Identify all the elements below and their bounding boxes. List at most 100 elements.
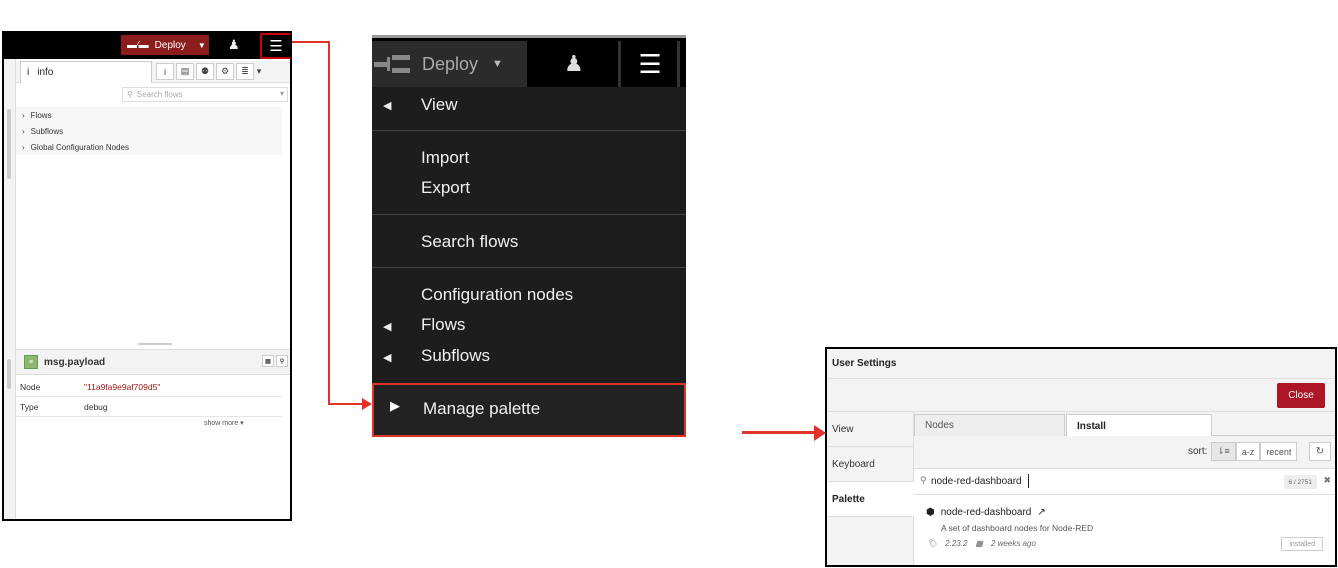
submenu-arrow-icon: ◀: [383, 100, 392, 112]
menu-item-import[interactable]: Import: [421, 148, 469, 168]
tab-install[interactable]: Install: [1066, 414, 1212, 437]
property-value: debug: [84, 401, 108, 412]
debug-node-icon: ≡: [24, 355, 38, 369]
manage-palette-label: Manage palette: [423, 399, 541, 418]
tab-nodes[interactable]: Nodes: [914, 414, 1065, 436]
palette-manager: Nodes Install sort: ⇂≡ a-z recent ↻ ⚲ no…: [914, 412, 1335, 565]
annotation-arrowhead-icon: [814, 425, 826, 441]
workspace-edge: [4, 59, 16, 519]
debug-node-header: ≡ msg.payload ▤ ⚲: [16, 349, 290, 375]
user-settings-dialog: User Settings Close View Keyboard Palett…: [825, 347, 1337, 567]
tree-item-flows[interactable]: › Flows: [16, 107, 282, 123]
arrow-right-icon: ▶: [390, 398, 400, 413]
panel-splitter[interactable]: [16, 343, 290, 347]
context-tab-icon[interactable]: ≣: [236, 63, 254, 80]
tab-dropdown-icon[interactable]: ▾: [256, 63, 262, 80]
menu-top-border: [372, 35, 686, 38]
deploy-flow-icon: ▬⁄▬: [127, 39, 149, 51]
search-icon[interactable]: ⚲: [276, 355, 288, 367]
debug-node-title: msg.payload: [44, 356, 106, 368]
editor-header: ▬⁄▬ Deploy ▼ ♟ ☰: [4, 33, 290, 59]
property-key: Node: [20, 381, 41, 392]
user-icon[interactable]: ♟: [564, 51, 584, 77]
deploy-button[interactable]: Deploy ▼: [372, 41, 527, 87]
deploy-button[interactable]: ▬⁄▬ Deploy ▼: [121, 35, 209, 55]
tree-item-global-config[interactable]: › Global Configuration Nodes: [16, 139, 282, 155]
property-key: Type: [20, 401, 39, 412]
dialog-title: User Settings: [827, 349, 1335, 379]
hamburger-menu-icon[interactable]: ☰: [630, 47, 670, 81]
help-tab-icon[interactable]: ▤: [176, 63, 194, 80]
menu-item-search-flows[interactable]: Search flows: [421, 232, 518, 252]
palette-tabs: Nodes Install: [914, 412, 1335, 437]
info-tree: › Flows › Subflows › Global Configuration N…: [16, 107, 282, 155]
node-red-editor-sidebar: ▬⁄▬ Deploy ▼ ♟ ☰ i info i ▤ ⚉ ⚙ ≣ ▾ ⚲ Se…: [2, 31, 292, 521]
help-book-icon[interactable]: ▤: [262, 355, 274, 367]
debug-node-actions: ▤ ⚲: [262, 355, 288, 367]
info-tab-icon[interactable]: i: [156, 63, 174, 80]
package-updated: 2 weeks ago: [990, 539, 1036, 548]
menu-divider: [372, 130, 686, 131]
package-meta: 🏷 2.23.2 ▦ 2 weeks ago: [927, 539, 1036, 548]
search-icon: ⚲: [127, 90, 133, 99]
tree-item-subflows[interactable]: › Subflows: [16, 123, 282, 139]
sidebar-tab-icons: i ▤ ⚉ ⚙ ≣ ▾: [156, 63, 262, 80]
annotation-arrow: [742, 431, 816, 434]
external-link-icon[interactable]: ↗: [1037, 507, 1045, 518]
tab-info-label: info: [37, 67, 54, 78]
show-more-link[interactable]: show more ▾: [204, 419, 244, 427]
dialog-toolbar: Close: [827, 379, 1335, 412]
deploy-label: Deploy: [422, 53, 479, 74]
refresh-icon[interactable]: ↻: [1309, 442, 1331, 461]
tab-info[interactable]: i info: [20, 61, 152, 83]
sidebar-item-view[interactable]: View: [827, 412, 913, 447]
scrollbar[interactable]: [7, 109, 11, 179]
menu-item-manage-palette[interactable]: ▶ Manage palette: [372, 383, 686, 437]
sidebar-item-keyboard[interactable]: Keyboard: [827, 447, 913, 482]
menu-item-view[interactable]: View: [421, 95, 458, 115]
chevron-right-icon: ›: [22, 126, 25, 136]
table-row: Type debug: [16, 397, 282, 417]
chevron-down-icon[interactable]: ▼: [492, 58, 503, 70]
sort-az-button[interactable]: a-z: [1235, 442, 1261, 461]
submenu-arrow-icon: ◀: [383, 352, 392, 364]
menu-divider: [372, 267, 686, 268]
search-placeholder: Search flows: [136, 90, 183, 99]
main-menu-dropdown: Deploy ▼ ♟ ☰ ◀ View Import Export Search…: [372, 35, 686, 437]
sort-toolbar: sort: ⇂≡ a-z recent ↻: [914, 436, 1335, 469]
sidebar-item-palette[interactable]: Palette: [827, 482, 914, 517]
tree-item-label: Subflows: [30, 126, 64, 136]
tree-item-label: Flows: [30, 110, 52, 120]
annotation-connector: [328, 41, 330, 405]
palette-search-input[interactable]: ⚲ node-red-dashboard 6 / 2751 ✖: [914, 469, 1335, 495]
resize-handle[interactable]: [7, 359, 11, 389]
menu-item-configuration-nodes[interactable]: Configuration nodes: [421, 285, 573, 305]
tag-icon: 🏷: [927, 539, 938, 548]
annotation-connector: [292, 41, 330, 43]
text-cursor: [1028, 474, 1029, 488]
annotation-connector: [328, 403, 364, 405]
user-icon[interactable]: ♟: [228, 37, 240, 53]
node-properties-table: Node "11a9fa9e9af709d5" Type debug: [16, 377, 282, 417]
menu-item-flows[interactable]: Flows: [421, 315, 465, 335]
chevron-down-icon[interactable]: ▼: [198, 41, 206, 50]
package-title: node-red-dashboard: [940, 507, 1032, 518]
sort-recent-button[interactable]: recent: [1260, 442, 1298, 461]
close-button[interactable]: Close: [1277, 383, 1325, 408]
sort-buttons: ⇂≡ a-z recent: [1211, 442, 1298, 461]
chevron-down-icon[interactable]: ▾: [280, 89, 284, 98]
tree-item-label: Global Configuration Nodes: [30, 142, 129, 152]
menu-item-export[interactable]: Export: [421, 178, 470, 198]
search-icon: ⚲: [920, 475, 927, 485]
chevron-right-icon: ›: [22, 142, 25, 152]
sort-relevance-icon[interactable]: ⇂≡: [1211, 442, 1236, 461]
hamburger-menu-icon[interactable]: ☰: [260, 33, 290, 59]
debug-tab-icon[interactable]: ⚉: [196, 63, 214, 80]
search-flows-input[interactable]: ⚲ Search flows ▾: [122, 87, 288, 102]
config-tab-icon[interactable]: ⚙: [216, 63, 234, 80]
menu-divider: [372, 214, 686, 215]
package-cube-icon: ⬢: [926, 507, 935, 518]
clear-search-icon[interactable]: ✖: [1323, 475, 1331, 486]
chevron-right-icon: ›: [22, 110, 25, 120]
menu-item-subflows[interactable]: Subflows: [421, 346, 490, 366]
